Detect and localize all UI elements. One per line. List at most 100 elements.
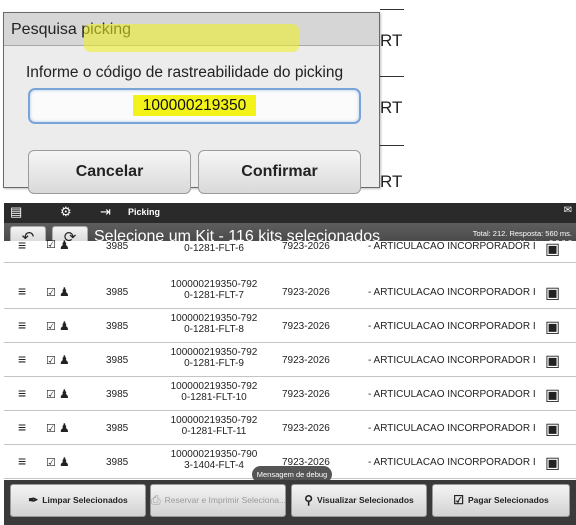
printer-icon: ⎙ <box>151 493 161 507</box>
reserve-print-label: Reservar e Imprimir Seleciona... <box>164 495 287 505</box>
kit-row[interactable]: ≡ ☑ ♟ 3985 100000219350-792 0-1281-FLT-9 7923-… <box>4 343 576 377</box>
kit-row[interactable]: ≡ ☑ ♟ 3985 100000219350-792 0-1281-FLT-7 7923-… <box>4 275 576 309</box>
screen-title: Picking <box>128 207 161 217</box>
kit-reference: 7923-2026 <box>282 389 330 400</box>
kit-code: 100000219350-792 0-1281-FLT-8 <box>154 313 274 335</box>
search-picking-dialog: Pesquisa picking Informe o código de ras… <box>3 12 380 194</box>
checkbox-icon[interactable]: ☑ <box>46 354 56 367</box>
settings-icon[interactable]: ⚙ <box>60 204 72 220</box>
background-text: RT <box>380 98 403 117</box>
kit-code: 100000219350-792 0-1281-FLT-10 <box>154 381 274 403</box>
list-icon[interactable]: ≡ <box>18 238 26 252</box>
person-icon: ♟ <box>59 421 70 435</box>
person-icon: ♟ <box>59 319 70 333</box>
kit-row[interactable]: ≡ ☑ ♟ 3985 0-1281-FLT-6 7923-2026 - ARTICULACA… <box>4 238 576 263</box>
kit-description: - ARTICULACAO INCORPORADOR I <box>368 287 536 298</box>
kit-code-line2: 0-1281-FLT-10 <box>181 392 247 403</box>
checkbox-icon[interactable]: ☑ <box>46 286 56 299</box>
kit-code: 100000219350-792 0-1281-FLT-11 <box>154 415 274 437</box>
list-icon[interactable]: ≡ <box>18 454 26 468</box>
package-icon[interactable]: ▣ <box>545 419 560 439</box>
kit-row[interactable]: ≡ ☑ ♟ 3985 100000219350-792 0-1281-FLT-8 7923-… <box>4 309 576 343</box>
person-icon: ♟ <box>59 455 70 469</box>
pay-selected-button[interactable]: ☑ Pagar Selecionados <box>432 484 570 517</box>
checkbox-icon[interactable]: ☑ <box>46 320 56 333</box>
checkbox-icon[interactable]: ☑ <box>46 388 56 401</box>
confirm-button[interactable]: Confirmar <box>198 150 361 194</box>
clear-selected-button[interactable]: ✒ Limpar Selecionados <box>10 484 146 517</box>
background-divider <box>380 145 404 146</box>
list-icon[interactable]: ≡ <box>18 386 26 400</box>
view-selected-label: Visualizar Selecionados <box>317 495 414 505</box>
kit-code-line2: 0-1281-FLT-8 <box>184 324 244 335</box>
notification-icon[interactable]: ✉ <box>564 205 572 216</box>
checkbox-icon[interactable]: ☑ <box>46 456 56 469</box>
kit-quantity: 3985 <box>106 287 129 298</box>
total-response: Total: 212. Resposta: 560 ms. <box>472 229 572 238</box>
exit-icon[interactable]: ⇥ <box>100 204 111 220</box>
kit-code: 100000219350-792 0-1281-FLT-9 <box>154 347 274 369</box>
person-icon: ♟ <box>59 387 70 401</box>
background-divider <box>380 76 404 77</box>
kit-row[interactable]: ≡ ☑ ♟ 3985 100000219350-792 0-1281-FLT-10 7923… <box>4 377 576 411</box>
package-icon[interactable]: ▣ <box>545 385 560 405</box>
menu-icon[interactable]: ▤ <box>10 204 22 220</box>
kit-row[interactable]: ≡ ☑ ♟ 3985 100000219350-792 0-1281-FLT-11 7923… <box>4 411 576 445</box>
broom-icon: ✒ <box>28 493 39 507</box>
kit-quantity: 3985 <box>106 423 129 434</box>
kit-reference: 7923-2026 <box>282 287 330 298</box>
kit-description: - ARTICULACAO INCORPORADOR I <box>368 321 536 332</box>
reserve-print-button[interactable]: ⎙ Reservar e Imprimir Seleciona... <box>150 484 286 517</box>
kit-reference: 7923-2026 <box>282 241 330 252</box>
kit-reference: 7923-2026 <box>282 355 330 366</box>
kit-code-line1: 100000219350-790 <box>170 449 258 460</box>
view-selected-button[interactable]: ⚲ Visualizar Selecionados <box>291 484 427 517</box>
package-icon[interactable]: ▣ <box>545 351 560 371</box>
kit-code-line1: 100000219350-792 <box>170 313 258 324</box>
background-text: RT <box>380 172 403 191</box>
kit-code-line1: 100000219350-792 <box>170 347 258 358</box>
kit-code-line1: 100000219350-792 <box>170 415 258 426</box>
kit-code: 0-1281-FLT-6 <box>154 243 274 254</box>
person-icon: ♟ <box>59 353 70 367</box>
kit-quantity: 3985 <box>106 389 129 400</box>
kit-code-line1: 100000219350-792 <box>170 381 258 392</box>
package-icon[interactable]: ▣ <box>545 283 560 303</box>
kit-quantity: 3985 <box>106 457 129 468</box>
checkbox-icon: ☑ <box>453 493 464 507</box>
person-icon: ♟ <box>59 285 70 299</box>
cancel-button[interactable]: Cancelar <box>28 150 191 194</box>
kit-quantity: 3985 <box>106 241 129 252</box>
kit-code-line2: 0-1281-FLT-11 <box>181 426 247 437</box>
checkbox-icon[interactable]: ☑ <box>46 422 56 435</box>
kit-reference: 7923-2026 <box>282 423 330 434</box>
dialog-message: Informe o código de rastreabilidade do p… <box>26 64 344 81</box>
status-bar: ▤ ⚙ ⇥ Picking ✉ <box>4 203 576 223</box>
kit-description: - ARTICULACAO INCORPORADOR I <box>368 355 536 366</box>
kit-reference: 7923-2026 <box>282 321 330 332</box>
kit-quantity: 3985 <box>106 355 129 366</box>
kit-description: - ARTICULACAO INCORPORADOR I <box>368 241 536 252</box>
tracking-code-value: 100000219350 <box>132 95 257 116</box>
list-icon[interactable]: ≡ <box>18 352 26 366</box>
kit-description: - ARTICULACAO INCORPORADOR I <box>368 389 536 400</box>
checkbox-icon[interactable]: ☑ <box>46 238 56 251</box>
kit-code-line2: 0-1281-FLT-6 <box>184 243 244 254</box>
kit-code-line2: 0-1281-FLT-7 <box>184 290 244 301</box>
picking-screen: ▤ ⚙ ⇥ Picking ✉ ↶ ⟳ Selecione um Kit - 1… <box>4 203 576 525</box>
list-icon[interactable]: ≡ <box>18 318 26 332</box>
person-icon: ♟ <box>59 238 70 252</box>
package-icon[interactable]: ▣ <box>545 239 560 259</box>
package-icon[interactable]: ▣ <box>545 317 560 337</box>
background-divider <box>380 9 404 10</box>
list-icon[interactable]: ≡ <box>18 284 26 298</box>
bottom-action-bar: ✒ Limpar Selecionados ⎙ Reservar e Imprimi… <box>4 480 576 525</box>
kit-description: - ARTICULACAO INCORPORADOR I <box>368 457 536 468</box>
package-icon[interactable]: ▣ <box>545 453 560 473</box>
kit-description: - ARTICULACAO INCORPORADOR I <box>368 423 536 434</box>
pay-selected-label: Pagar Selecionados <box>467 495 549 505</box>
tracking-code-input[interactable]: 100000219350 <box>28 88 361 124</box>
search-dialog-screen: RT RT RT Pesquisa picking Informe o códi… <box>0 0 576 200</box>
clear-selected-label: Limpar Selecionados <box>42 495 128 505</box>
list-icon[interactable]: ≡ <box>18 420 26 434</box>
